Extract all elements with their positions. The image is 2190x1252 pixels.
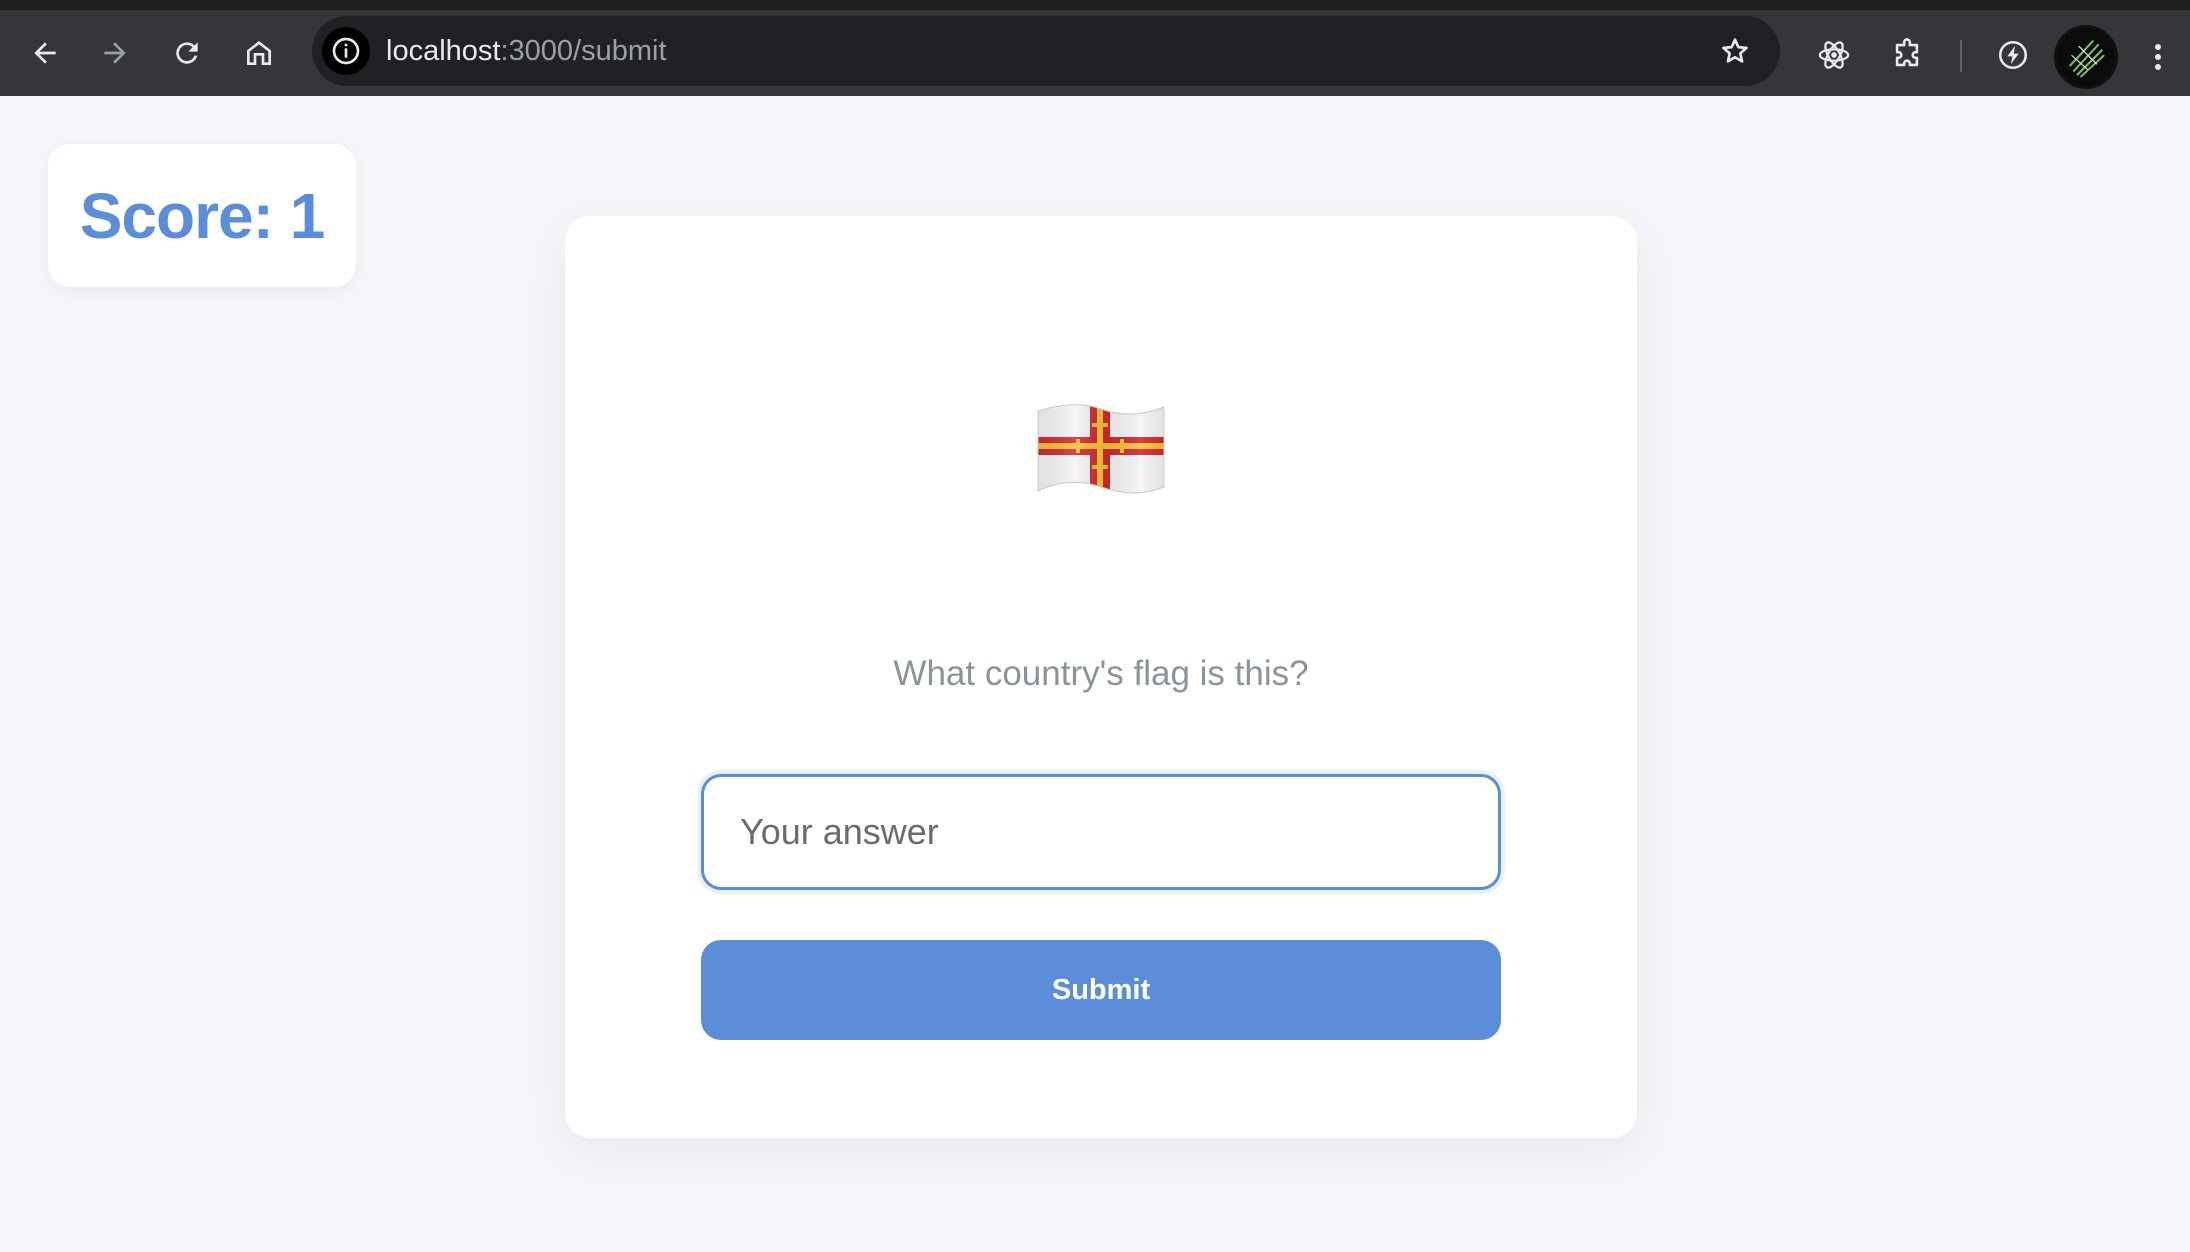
- react-atom-icon: [1818, 41, 1850, 69]
- forward-button[interactable]: [90, 28, 140, 78]
- kebab-menu-icon: [2155, 44, 2161, 70]
- chrome-menu-button[interactable]: [2138, 33, 2178, 81]
- url-text[interactable]: localhost:3000/submit: [386, 16, 667, 86]
- back-button[interactable]: [20, 28, 70, 78]
- bookmark-button[interactable]: [1710, 26, 1760, 76]
- flag-guernsey-icon: [1034, 401, 1168, 501]
- toolbar-divider: [1960, 40, 1962, 72]
- site-info-button[interactable]: [322, 27, 370, 75]
- performance-extension-button[interactable]: [1991, 33, 2035, 77]
- react-devtools-extension-button[interactable]: [1812, 33, 1856, 77]
- extensions-button[interactable]: [1885, 33, 1929, 77]
- score-text: Score: 1: [79, 179, 326, 252]
- reload-icon: [176, 42, 198, 64]
- url-host: localhost: [386, 35, 501, 67]
- extensions-puzzle-icon: [1895, 38, 1919, 67]
- submit-button[interactable]: Submit: [701, 940, 1501, 1040]
- home-button[interactable]: [234, 28, 284, 78]
- answer-input[interactable]: [701, 774, 1501, 890]
- quiz-card: What country's flag is this? Submit: [565, 216, 1637, 1138]
- score-card: Score: 1: [48, 144, 356, 287]
- address-bar[interactable]: localhost:3000/submit: [312, 16, 1780, 86]
- profile-avatar[interactable]: [2054, 25, 2118, 89]
- lightning-bolt-icon: [1998, 40, 2028, 70]
- question-text: What country's flag is this?: [893, 654, 1309, 693]
- home-icon: [247, 41, 271, 65]
- star-icon: [1722, 38, 1748, 63]
- url-path: :3000/submit: [500, 35, 667, 67]
- info-icon: [332, 37, 360, 65]
- avatar-image: [2057, 28, 2115, 86]
- back-arrow-icon: [34, 42, 56, 64]
- browser-toolbar: localhost:3000/submit: [0, 0, 2190, 96]
- forward-arrow-icon: [104, 42, 126, 64]
- reload-button[interactable]: [162, 28, 212, 78]
